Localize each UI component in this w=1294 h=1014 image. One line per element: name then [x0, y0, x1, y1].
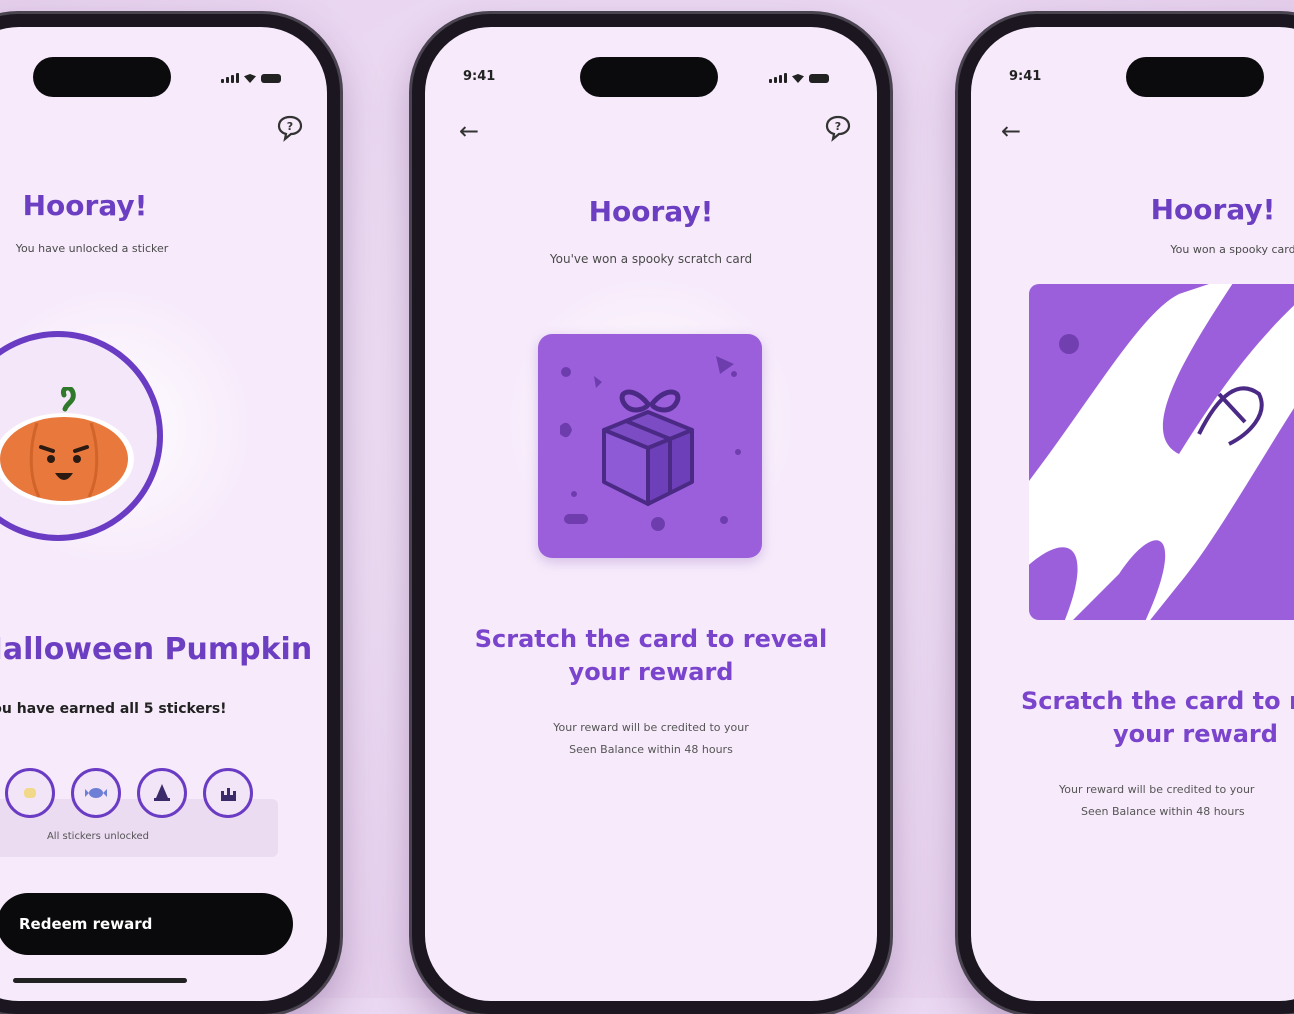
redeem-reward-button[interactable]: Redeem reward	[0, 893, 293, 955]
signal-icon	[221, 73, 239, 83]
pumpkin-sticker-icon	[0, 387, 134, 505]
mini-sticker-witch	[137, 768, 187, 818]
svg-text:?: ?	[287, 120, 293, 133]
heading-line-1: Scratch the card to reveal	[474, 625, 828, 653]
phone-scratch-card: 9:41 ← ? Hooray! You've won a spooky scr…	[412, 14, 890, 1014]
phone-screen: 9:41 ← Hooray! You won a spooky card Scr…	[971, 27, 1294, 1001]
page-title: Hooray!	[588, 195, 714, 228]
home-indicator	[13, 978, 187, 983]
signal-icon	[769, 73, 787, 83]
candy-sticker-icon	[85, 788, 107, 798]
heading-line-2: your reward	[568, 658, 734, 686]
mini-sticker-castle	[203, 768, 253, 818]
battery-icon	[261, 74, 281, 83]
credit-note: Your reward will be credited to your See…	[425, 717, 877, 761]
credit-note: Your reward will be credited to your See…	[1059, 779, 1294, 823]
note-line-1: Your reward will be credited to your	[1059, 783, 1255, 796]
status-time: 9:41	[463, 69, 496, 84]
scratch-heading: Scratch the card to reveal your reward	[425, 623, 877, 689]
heading-line-2: your reward	[1113, 720, 1278, 748]
scratch-heading: Scratch the card to reveal your reward	[1011, 685, 1294, 751]
witch-sticker-icon	[154, 784, 170, 801]
status-time: 9:41	[1009, 69, 1042, 84]
back-arrow-icon[interactable]: ←	[459, 119, 479, 143]
note-line-2: Seen Balance within 48 hours	[1081, 805, 1245, 818]
note-line-2: Seen Balance within 48 hours	[569, 743, 733, 756]
status-icons	[769, 73, 829, 83]
battery-icon	[809, 74, 829, 83]
gift-box-icon	[560, 356, 741, 531]
help-chat-icon[interactable]: ?	[275, 113, 305, 147]
mini-sticker-ghost	[5, 768, 55, 818]
dynamic-island	[1126, 57, 1264, 97]
heading-line-1: Scratch the card to reveal	[1021, 687, 1294, 715]
page-title: Hooray!	[22, 189, 148, 222]
page-subtitle: You've won a spooky scratch card	[549, 252, 753, 266]
all-unlocked-label: All stickers unlocked	[46, 831, 150, 842]
status-icons	[221, 73, 281, 83]
help-chat-icon[interactable]: ?	[823, 113, 853, 147]
note-line-1: Your reward will be credited to your	[553, 721, 749, 734]
phone-sticker-unlocked: ? Hooray! You have unlocked a sticker Ha…	[0, 14, 340, 1014]
earned-stickers-text: You have earned all 5 stickers!	[0, 701, 227, 717]
dynamic-island	[33, 57, 171, 97]
scratch-card[interactable]	[538, 334, 762, 558]
mini-sticker-candy	[71, 768, 121, 818]
wifi-icon	[244, 74, 256, 83]
phone-screen: 9:41 ← ? Hooray! You've won a spooky scr…	[425, 27, 877, 1001]
castle-sticker-icon	[221, 788, 236, 801]
sticker-name: Halloween Pumpkin	[0, 632, 313, 667]
phone-scratching-card: 9:41 ← Hooray! You won a spooky card Scr…	[958, 14, 1294, 1014]
wifi-icon	[792, 74, 804, 83]
page-subtitle: You won a spooky card	[1170, 243, 1294, 256]
back-arrow-icon[interactable]: ←	[1001, 119, 1021, 143]
page-subtitle: You have unlocked a sticker	[15, 242, 169, 255]
ghost-sticker-icon	[24, 788, 36, 798]
scratch-card-partially-scratched[interactable]	[1029, 284, 1294, 620]
page-title: Hooray!	[1150, 193, 1276, 226]
scratch-marks	[1029, 284, 1294, 620]
phone-screen: ? Hooray! You have unlocked a sticker Ha…	[0, 27, 327, 1001]
svg-text:?: ?	[835, 120, 841, 133]
dynamic-island	[580, 57, 718, 97]
